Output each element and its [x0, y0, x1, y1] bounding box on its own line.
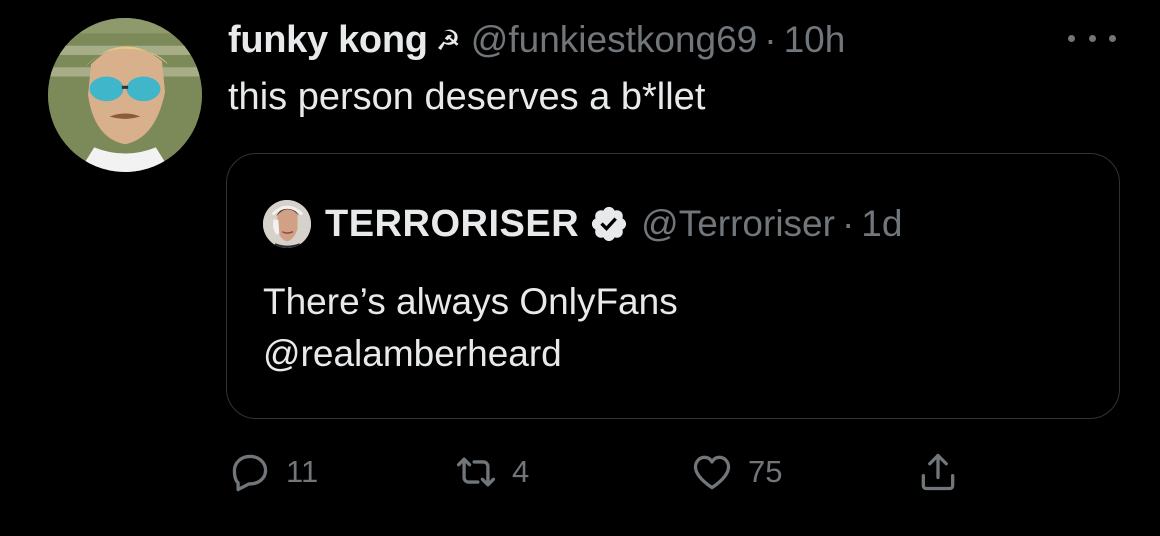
avatar-image: [48, 18, 202, 172]
more-dot: [1088, 34, 1096, 42]
tweet[interactable]: funky kong ☭ @funkiestkong69 · 10h this …: [0, 0, 1160, 536]
quoted-avatar-image: [263, 200, 311, 248]
quoted-tweet[interactable]: TERRORISER @Terroriser · 1d There’s alwa…: [226, 153, 1120, 419]
retweet-icon: [456, 457, 496, 487]
quoted-author-avatar[interactable]: [263, 200, 311, 248]
quoted-author-handle[interactable]: @Terroriser: [641, 203, 835, 245]
quoted-author-display-name[interactable]: TERRORISER: [325, 203, 579, 246]
quoted-text-mention[interactable]: @realamberheard: [263, 328, 1083, 380]
author-handle[interactable]: @funkiestkong69: [471, 19, 757, 61]
like-count: 75: [748, 454, 783, 489]
retweet-count: 4: [512, 454, 530, 489]
more-dot: [1068, 34, 1075, 42]
share-icon: [921, 453, 955, 491]
tweet-actions: 11 4 75: [228, 446, 988, 498]
reply-count: 11: [286, 454, 319, 489]
author-avatar[interactable]: [48, 18, 202, 172]
tweet-timestamp[interactable]: 10h: [784, 19, 846, 61]
quoted-text-line: There’s always OnlyFans: [263, 281, 678, 322]
retweet-button[interactable]: 4: [454, 446, 529, 498]
quoted-tweet-timestamp[interactable]: 1d: [861, 203, 902, 245]
heart-icon: [693, 455, 731, 490]
share-button[interactable]: [916, 446, 960, 498]
tweet-text: this person deserves a b*llet: [228, 76, 706, 118]
like-button[interactable]: 75: [690, 446, 782, 498]
quoted-tweet-header: TERRORISER @Terroriser · 1d: [263, 200, 902, 248]
quoted-tweet-text: There’s always OnlyFans @realamberheard: [263, 276, 1083, 380]
hammer-sickle-emoji: ☭: [435, 24, 461, 56]
tweet-header: funky kong ☭ @funkiestkong69 · 10h: [228, 16, 845, 64]
separator-dot: ·: [764, 19, 777, 60]
more-dot: [1109, 34, 1116, 42]
reply-icon: [232, 454, 268, 492]
more-options-icon[interactable]: [1068, 24, 1116, 52]
separator-dot: ·: [841, 203, 855, 244]
author-display-name[interactable]: funky kong: [228, 19, 428, 62]
verified-badge-icon: [592, 206, 627, 242]
reply-button[interactable]: 11: [228, 446, 318, 498]
